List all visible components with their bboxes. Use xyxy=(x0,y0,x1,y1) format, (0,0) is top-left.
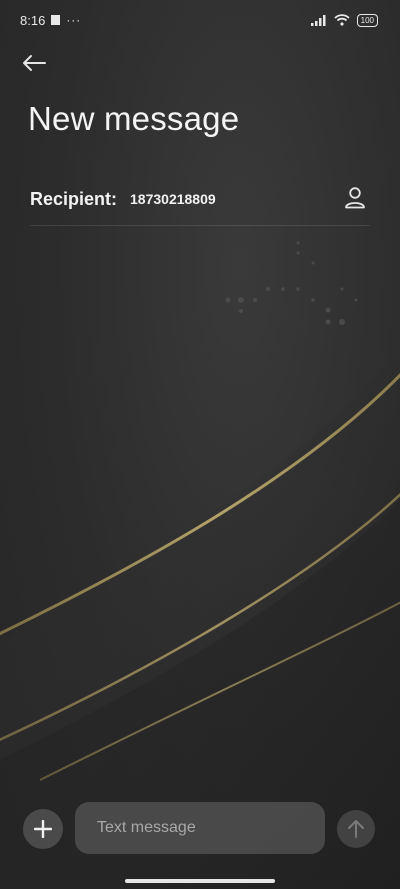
status-left: 8:16 ··· xyxy=(20,13,81,28)
battery-icon: 100 xyxy=(356,13,378,27)
recipient-input[interactable] xyxy=(130,191,331,207)
recipient-label: Recipient: xyxy=(30,188,118,209)
page-title: New message xyxy=(28,100,240,137)
plus-icon xyxy=(34,820,52,838)
status-time: 8:16 xyxy=(20,12,46,28)
add-attachment-button[interactable] xyxy=(23,809,63,849)
send-button[interactable] xyxy=(337,810,375,848)
compose-bar xyxy=(0,800,400,856)
home-indicator[interactable] xyxy=(125,879,275,883)
status-right: 100 xyxy=(310,13,378,27)
recipient-divider xyxy=(30,225,370,226)
notification-icon xyxy=(51,15,61,25)
more-notifications-icon: ··· xyxy=(66,13,82,27)
arrow-up-icon xyxy=(348,820,364,838)
recipient-row: Recipient: xyxy=(30,178,370,220)
signal-icon xyxy=(310,14,326,26)
status-bar: 8:16 ··· 100 xyxy=(0,0,400,40)
back-button[interactable] xyxy=(18,48,50,78)
wifi-icon xyxy=(334,14,350,26)
arrow-left-icon xyxy=(23,55,46,71)
message-input[interactable] xyxy=(75,802,325,854)
person-icon[interactable] xyxy=(342,185,368,211)
